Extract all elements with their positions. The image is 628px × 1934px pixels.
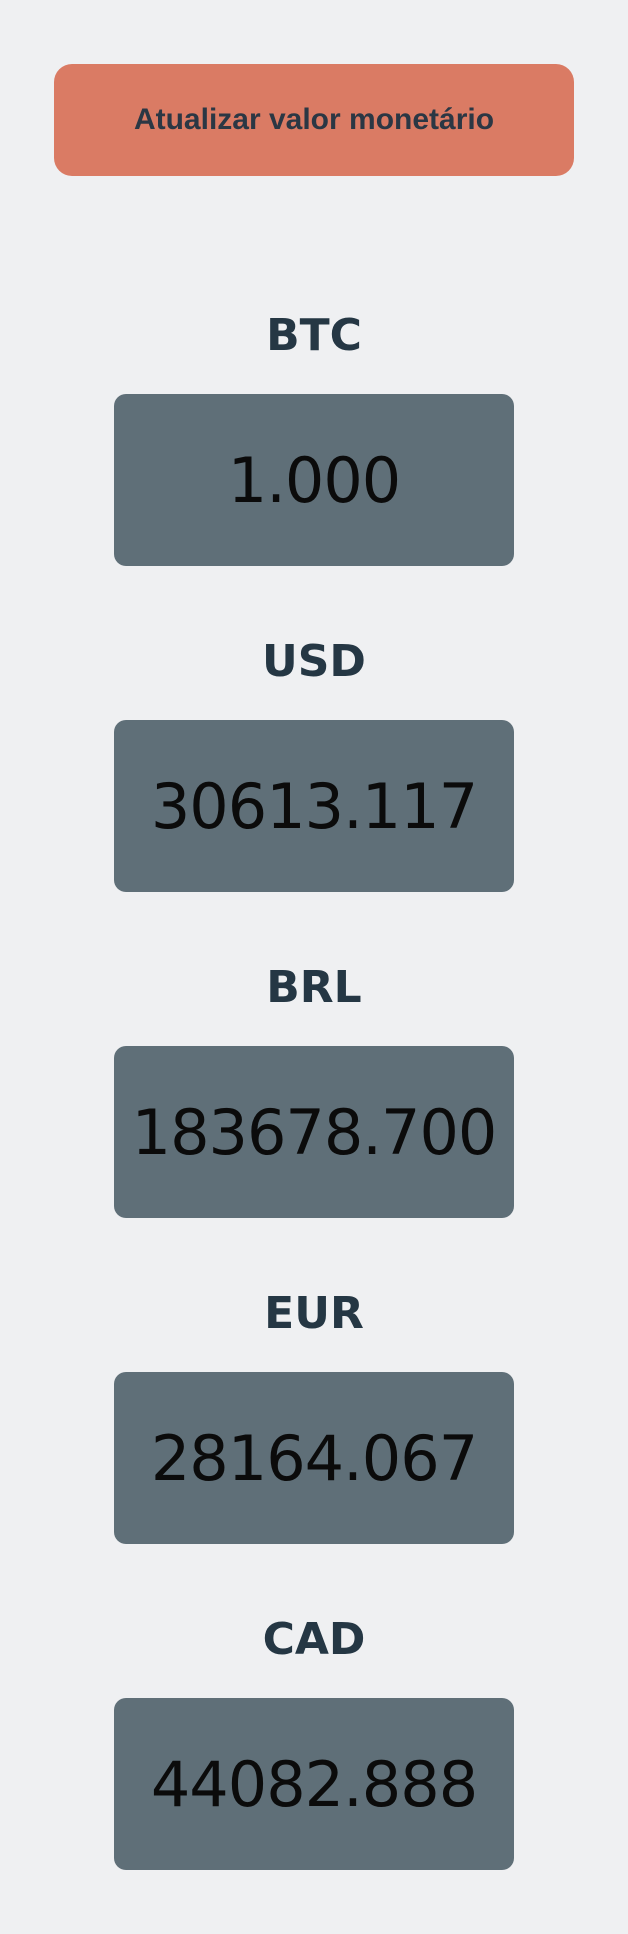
currency-code: CAD	[262, 1614, 366, 1665]
currency-item-brl: BRL 183678.700	[0, 952, 628, 1278]
currency-value: 28164.067	[114, 1372, 514, 1544]
currency-value: 1.000	[114, 394, 514, 566]
currency-code: EUR	[264, 1288, 364, 1339]
currency-item-usd: USD 30613.117	[0, 626, 628, 952]
currency-list: BTC 1.000 USD 30613.117 BRL 183678.700 E…	[0, 300, 628, 1930]
currency-item-eur: EUR 28164.067	[0, 1278, 628, 1604]
currency-value: 30613.117	[114, 720, 514, 892]
currency-item-cad: CAD 44082.888	[0, 1604, 628, 1930]
currency-code: USD	[262, 636, 366, 687]
currency-code: BTC	[266, 310, 362, 361]
currency-code: BRL	[266, 962, 362, 1013]
update-currency-button[interactable]: Atualizar valor monetário	[54, 64, 574, 176]
currency-item-btc: BTC 1.000	[0, 300, 628, 626]
currency-value: 44082.888	[114, 1698, 514, 1870]
currency-value: 183678.700	[114, 1046, 514, 1218]
